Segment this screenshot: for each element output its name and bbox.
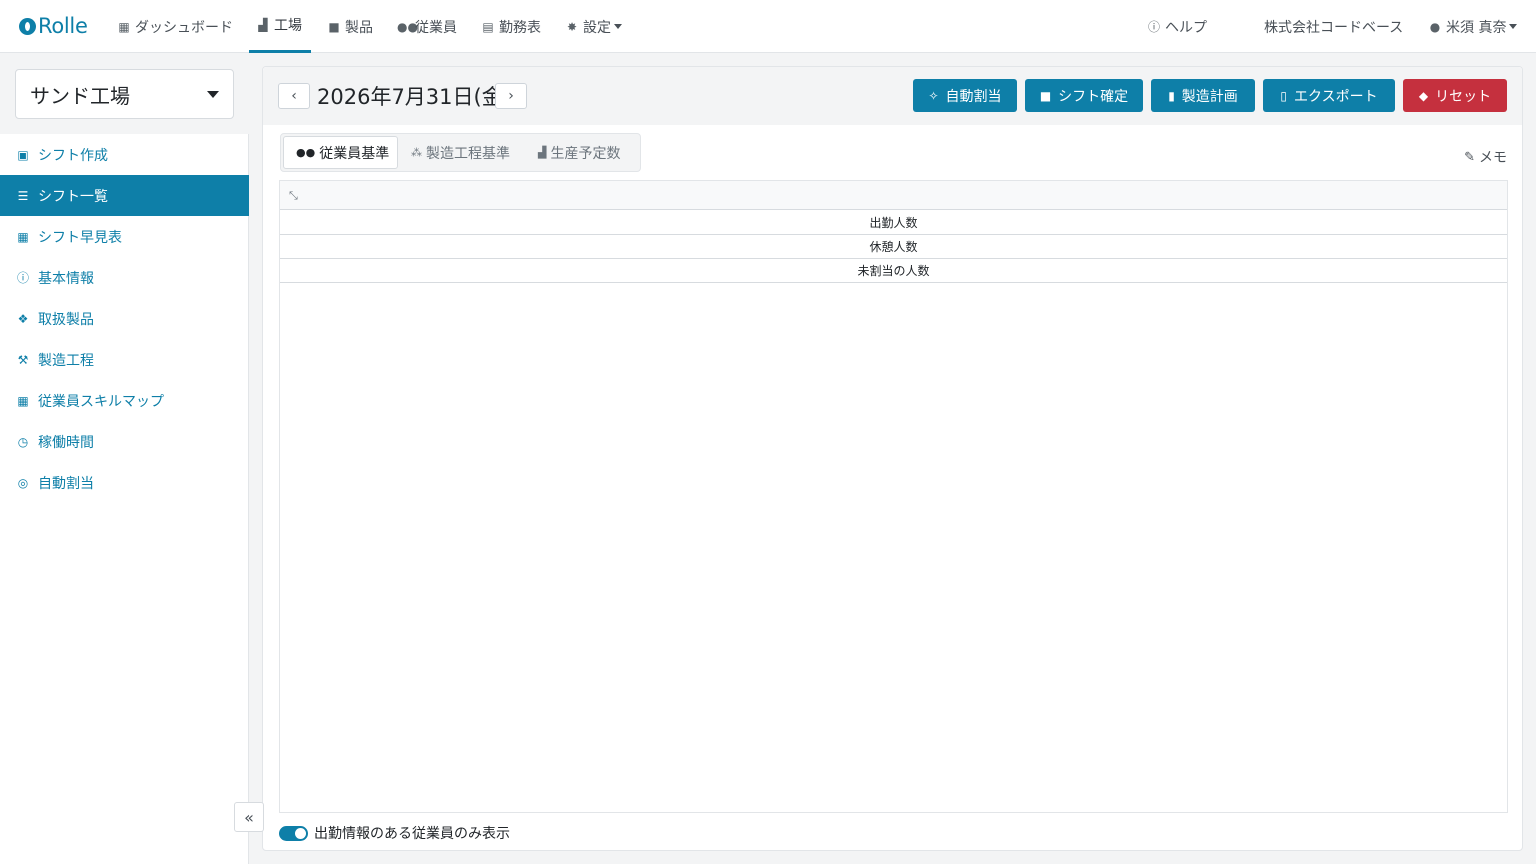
tab-process-basis[interactable]: ⁂ 製造工程基準 <box>399 136 522 169</box>
boxes-icon: ❖ <box>17 311 29 326</box>
attendance-toggle[interactable] <box>279 825 308 841</box>
sidebar-item-auto-assign[interactable]: ◎ 自動割当 <box>0 462 249 503</box>
grid-header: ⤡ <box>280 181 1507 210</box>
main-header: ‹ 2026年7月31日(金) › ✧ 自動割当 ■ シフト確定 ▮ 製造計画 … <box>263 67 1522 125</box>
nav-timesheet[interactable]: ▤ 勤務表 <box>481 0 541 53</box>
top-navbar: Rolle ▦ ダッシュボード ▟ 工場 ■ 製品 ●● 従業員 ▤ 勤務表 ✸… <box>0 0 1536 53</box>
nav-products[interactable]: ■ 製品 <box>327 0 373 53</box>
calendar-icon: ▦ <box>118 19 130 34</box>
excel-file-icon: ▯ <box>1280 88 1287 103</box>
sidebar-item-shift-chart[interactable]: ▦ シフト早見表 <box>0 216 249 257</box>
sidebar-item-shift-create[interactable]: ▣ シフト作成 <box>0 134 249 175</box>
memo-button[interactable]: ✎ メモ <box>1464 147 1507 167</box>
chevron-down-icon <box>614 24 622 29</box>
gear-icon: ✸ <box>566 19 578 34</box>
sidebar-item-products[interactable]: ❖ 取扱製品 <box>0 298 249 339</box>
people-icon: ●● <box>397 19 418 34</box>
bar-chart-icon: ▟ <box>538 146 547 159</box>
robot-icon: ◎ <box>17 475 29 490</box>
company-name: 株式会社コードベース <box>1264 19 1404 36</box>
double-chevron-left-icon: « <box>244 807 254 827</box>
sidebar-item-basic-info[interactable]: ⓘ 基本情報 <box>0 257 249 298</box>
sidebar: サンド工場 ▣ シフト作成 ☰ シフト一覧 ▦ シフト早見表 ⓘ 基本情報 ❖ … <box>0 54 249 864</box>
tab-employee-basis[interactable]: ●● 従業員基準 <box>283 136 398 169</box>
nav-settings[interactable]: ✸ 設定 <box>565 0 622 53</box>
reset-button[interactable]: ◆ リセット <box>1403 79 1507 112</box>
people-icon: ●● <box>296 146 316 159</box>
chevron-left-icon: ‹ <box>291 88 297 104</box>
main-panel: ‹ 2026年7月31日(金) › ✧ 自動割当 ■ シフト確定 ▮ 製造計画 … <box>262 66 1523 851</box>
table-row: 休憩人数 <box>280 235 1507 259</box>
calendar-plus-icon: ▣ <box>17 147 29 162</box>
help-icon: ⓘ <box>1147 20 1160 34</box>
production-plan-button[interactable]: ▮ 製造計画 <box>1151 79 1255 112</box>
shift-grid: ⤡ 出勤人数 休憩人数 未割当の人数 <box>279 180 1508 813</box>
table-icon: ▦ <box>17 229 29 244</box>
current-date: 2026年7月31日(金) <box>317 85 511 109</box>
nav-employees[interactable]: ●● 従業員 <box>397 0 457 53</box>
sitemap-icon: ⁂ <box>411 146 422 159</box>
grid-icon: ▦ <box>17 393 29 408</box>
clipboard-icon: ▮ <box>1168 88 1175 103</box>
table-row: 出勤人数 <box>280 211 1507 235</box>
wrench-icon: ⚒ <box>17 352 29 367</box>
table-row: 未割当の人数 <box>280 259 1507 283</box>
list-icon: ☰ <box>17 188 29 203</box>
expand-icon[interactable]: ⤡ <box>289 189 298 203</box>
edit-icon: ✎ <box>1464 149 1475 165</box>
eraser-icon: ◆ <box>1418 88 1429 103</box>
sidebar-item-shift-list[interactable]: ☰ シフト一覧 <box>0 175 249 216</box>
document-icon: ▤ <box>482 19 494 34</box>
magic-wand-icon: ✧ <box>928 88 939 103</box>
brand-logo[interactable]: Rolle <box>19 13 88 39</box>
chevron-down-icon <box>207 91 219 98</box>
info-icon: ⓘ <box>16 271 29 285</box>
sidebar-header: サンド工場 <box>0 54 249 134</box>
factory-icon: ▟ <box>258 18 268 32</box>
nav-dashboard[interactable]: ▦ ダッシュボード <box>117 0 233 53</box>
user-menu[interactable]: ● 米須 真奈 <box>1428 0 1518 53</box>
clock-icon: ◷ <box>17 434 29 449</box>
tab-production-forecast[interactable]: ▟ 生産予定数 <box>526 136 632 169</box>
sidebar-item-processes[interactable]: ⚒ 製造工程 <box>0 339 249 380</box>
sidebar-item-skill-map[interactable]: ▦ 従業員スキルマップ <box>0 380 249 421</box>
nav-help[interactable]: ⓘ ヘルプ <box>1147 0 1207 53</box>
logo-mark-icon <box>19 17 36 35</box>
chevron-down-icon <box>1509 24 1518 29</box>
sidebar-collapse-button[interactable]: « <box>234 802 264 832</box>
factory-select[interactable]: サンド工場 <box>15 69 234 119</box>
auto-assign-button[interactable]: ✧ 自動割当 <box>913 79 1017 112</box>
next-date-button[interactable]: › <box>495 83 527 109</box>
export-button[interactable]: ▯ エクスポート <box>1263 79 1395 112</box>
nav-factory[interactable]: ▟ 工場 <box>249 0 311 53</box>
prev-date-button[interactable]: ‹ <box>278 83 310 109</box>
sidebar-item-operating-hours[interactable]: ◷ 稼働時間 <box>0 421 249 462</box>
view-tabs: ●● 従業員基準 ⁂ 製造工程基準 ▟ 生産予定数 <box>280 133 641 172</box>
unlock-icon: ■ <box>1039 88 1052 103</box>
confirm-shift-button[interactable]: ■ シフト確定 <box>1025 79 1143 112</box>
chevron-right-icon: › <box>508 88 514 104</box>
box-icon: ■ <box>328 19 340 34</box>
attendance-filter: 出勤情報のある従業員のみ表示 <box>279 823 510 843</box>
brand-name: Rolle <box>38 14 88 38</box>
user-icon: ● <box>1429 19 1441 34</box>
